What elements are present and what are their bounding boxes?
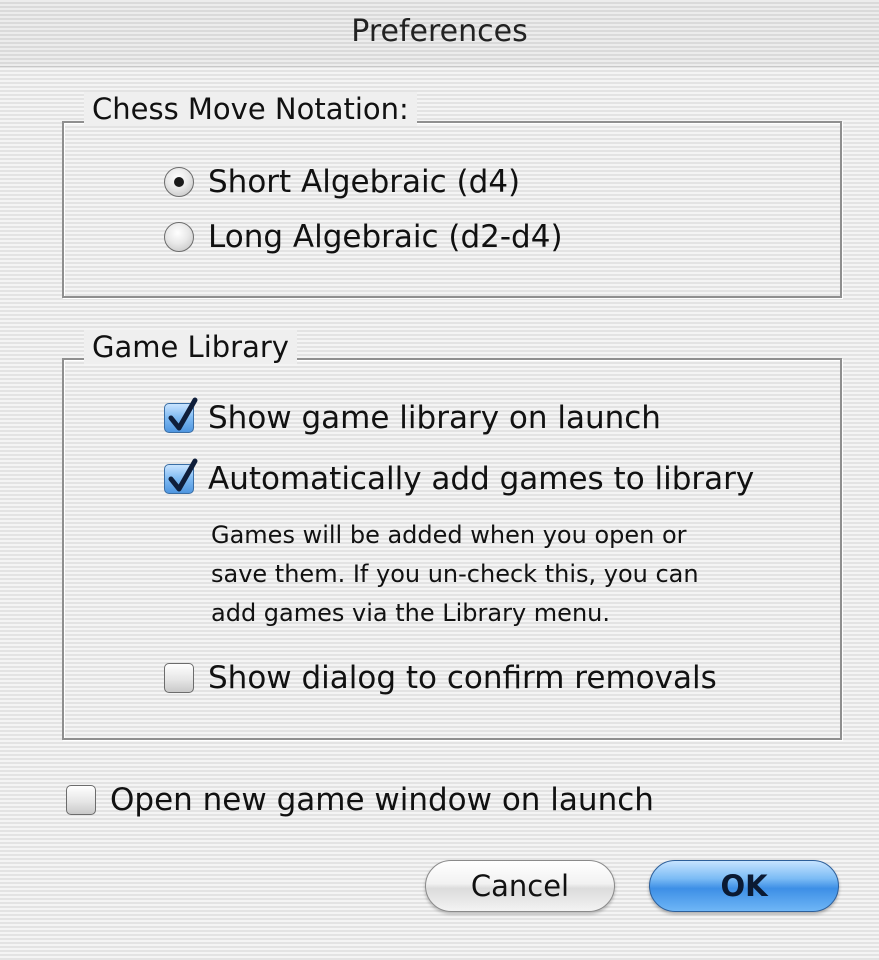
show-library-on-launch-label: Show game library on launch xyxy=(208,400,661,436)
radio-short-algebraic-button[interactable] xyxy=(164,167,194,197)
checkmark-icon xyxy=(168,458,198,492)
confirm-removals-row[interactable]: Show dialog to confirm removals xyxy=(164,660,717,696)
checkmark-icon xyxy=(168,397,198,431)
open-new-window-checkbox[interactable] xyxy=(66,785,96,815)
radio-short-algebraic-label: Short Algebraic (d4) xyxy=(208,164,521,200)
cancel-button[interactable]: Cancel xyxy=(425,860,615,912)
radio-long-algebraic-button[interactable] xyxy=(164,222,194,252)
chess-move-notation-label: Chess Move Notation: xyxy=(84,92,417,126)
open-new-window-label: Open new game window on launch xyxy=(110,782,654,818)
auto-add-games-row[interactable]: Automatically add games to library xyxy=(164,458,755,497)
help-line-1: Games will be added when you open or xyxy=(211,521,687,549)
window-title: Preferences xyxy=(351,14,528,49)
confirm-removals-label: Show dialog to confirm removals xyxy=(208,660,717,696)
radio-long-algebraic-label: Long Algebraic (d2-d4) xyxy=(208,219,563,255)
help-line-2: save them. If you un-check this, you can xyxy=(211,560,699,588)
ok-button[interactable]: OK xyxy=(649,860,839,912)
radio-short-algebraic[interactable]: Short Algebraic (d4) xyxy=(164,164,520,200)
title-bar: Preferences xyxy=(0,0,879,67)
auto-add-help-text: Games will be added when you open or sav… xyxy=(211,516,699,633)
chess-move-notation-group xyxy=(62,121,842,298)
open-new-window-row[interactable]: Open new game window on launch xyxy=(66,782,654,818)
radio-long-algebraic[interactable]: Long Algebraic (d2-d4) xyxy=(164,219,563,255)
help-line-3: add games via the Library menu. xyxy=(211,599,610,627)
auto-add-games-checkbox[interactable] xyxy=(164,458,198,494)
confirm-removals-checkbox[interactable] xyxy=(164,663,194,693)
auto-add-games-label: Automatically add games to library xyxy=(208,461,755,497)
show-library-on-launch-row[interactable]: Show game library on launch xyxy=(164,397,661,436)
game-library-label: Game Library xyxy=(84,330,297,364)
show-library-on-launch-checkbox[interactable] xyxy=(164,397,198,433)
